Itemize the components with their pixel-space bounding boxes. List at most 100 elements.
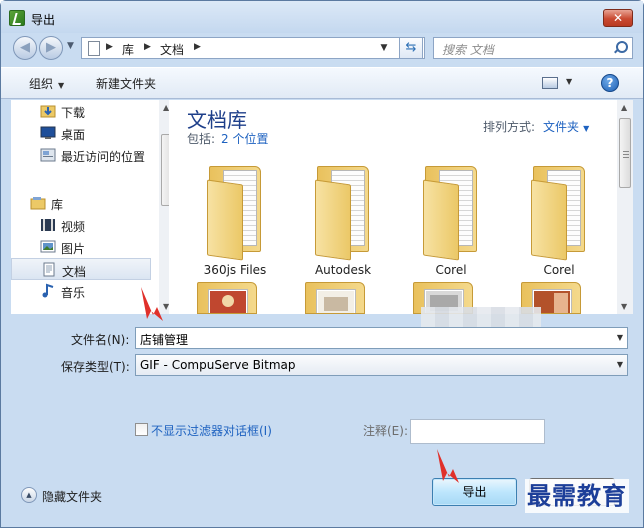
organize-label: 组织 xyxy=(29,77,54,91)
sidebar-item-downloads[interactable]: 下载 xyxy=(11,100,151,122)
filetype-value: GIF - CompuServe Bitmap xyxy=(140,358,296,372)
folder-thumbnail-icon xyxy=(318,291,354,313)
folder-item[interactable] xyxy=(197,282,257,314)
sidebar-item-label: 文档 xyxy=(62,265,87,279)
file-list-pane: 文档库 包括: 2 个位置 排列方式: 文件夹 ▼ 360js Files Autod… xyxy=(169,100,633,314)
folder-front xyxy=(423,179,459,261)
sidebar-item-label: 图片 xyxy=(61,242,86,256)
command-toolbar: 组织 ▼ 新建文件夹 ▼ ? xyxy=(1,67,643,99)
folder-grid: 360js Files Autodesk Corel Corel xyxy=(169,156,617,314)
search-placeholder: 搜索 文档 xyxy=(442,43,494,57)
breadcrumb-arrow-icon[interactable]: ▶ xyxy=(106,42,113,52)
scroll-up-icon[interactable]: ▲ xyxy=(621,103,627,112)
folder-front xyxy=(207,179,243,261)
desktop-icon xyxy=(40,125,56,140)
address-dropdown-icon[interactable]: ▼ xyxy=(374,38,394,58)
chevron-up-icon: ▲ xyxy=(26,491,32,499)
sidebar-item-recent-places[interactable]: 最近访问的位置 xyxy=(11,144,151,166)
sidebar-item-videos[interactable]: 视频 xyxy=(11,214,151,236)
back-arrow-icon: ◀ xyxy=(20,40,30,55)
folder-name: 360js Files xyxy=(203,263,267,277)
note-input[interactable] xyxy=(410,419,545,444)
filename-label: 文件名(N): xyxy=(71,333,130,347)
hide-folders-button[interactable]: ▲ xyxy=(21,487,37,503)
folder-front xyxy=(531,179,567,261)
sidebar-item-label: 桌面 xyxy=(61,128,86,142)
new-folder-button[interactable]: 新建文件夹 xyxy=(96,75,156,92)
pictures-icon xyxy=(40,239,56,254)
forward-arrow-icon: ▶ xyxy=(46,40,56,55)
dialog-title: 导出 xyxy=(31,13,56,27)
documents-icon xyxy=(41,262,57,277)
refresh-button[interactable]: ⇆ xyxy=(399,37,423,59)
organize-button[interactable]: 组织 ▼ xyxy=(29,75,64,92)
folder-name: Corel xyxy=(543,263,575,277)
sidebar-item-label: 最近访问的位置 xyxy=(61,150,146,164)
library-includes: 包括: 2 个位置 xyxy=(187,130,269,147)
sidebar-item-label: 音乐 xyxy=(61,286,86,300)
breadcrumb-documents[interactable]: 文档 xyxy=(160,41,184,58)
sidebar-item-pictures[interactable]: 图片 xyxy=(11,236,151,258)
folder-item[interactable]: Corel xyxy=(401,160,501,277)
folder-item[interactable] xyxy=(305,282,365,314)
document-icon xyxy=(88,41,100,56)
search-input[interactable]: 搜索 文档 xyxy=(433,37,633,59)
folder-item[interactable]: Autodesk xyxy=(293,160,393,277)
filename-field[interactable]: 店铺管理 ▼ xyxy=(135,327,628,349)
note-label: 注释(E): xyxy=(363,424,408,438)
recent-locations-dropdown-icon[interactable]: ▼ xyxy=(67,41,74,51)
sidebar-item-music[interactable]: 音乐 xyxy=(11,280,151,302)
libraries-icon xyxy=(30,195,46,210)
title-bar: 导出 ✕ xyxy=(1,1,643,33)
navigation-bar: ◀ ▶ ▼ ▶ 库 ▶ 文档 ▶ ▼ ⇆ 搜索 文档 xyxy=(1,33,643,63)
arrange-label: 排列方式: xyxy=(483,120,536,134)
app-icon xyxy=(9,10,25,26)
sidebar-item-label: 下载 xyxy=(61,106,86,120)
scroll-down-icon[interactable]: ▼ xyxy=(621,302,627,311)
arrange-dropdown[interactable]: 文件夹 xyxy=(543,120,579,134)
breadcrumb-libraries[interactable]: 库 xyxy=(122,41,134,58)
folder-item[interactable]: Corel xyxy=(509,160,609,277)
folder-front xyxy=(315,179,351,261)
chevron-down-icon[interactable]: ▼ xyxy=(583,124,589,133)
watermark-logo: 最需教育 xyxy=(525,479,629,513)
view-options-dropdown-icon[interactable]: ▼ xyxy=(566,77,572,86)
folder-item[interactable]: 360js Files xyxy=(185,160,285,277)
sidebar-item-desktop[interactable]: 桌面 xyxy=(11,122,151,144)
locations-link[interactable]: 2 个位置 xyxy=(221,132,268,146)
filename-value[interactable]: 店铺管理 xyxy=(140,331,188,348)
library-title: 文档库 xyxy=(187,108,247,132)
filename-dropdown-icon[interactable]: ▼ xyxy=(617,333,623,342)
videos-icon xyxy=(40,217,56,232)
hide-filter-dialog-checkbox[interactable] xyxy=(135,423,148,436)
close-button[interactable]: ✕ xyxy=(603,9,633,27)
address-bar[interactable]: ▶ 库 ▶ 文档 ▶ ▼ xyxy=(81,37,425,59)
filetype-dropdown-icon[interactable]: ▼ xyxy=(617,360,623,369)
folder-name: Corel xyxy=(435,263,467,277)
includes-label: 包括: xyxy=(187,132,216,146)
hide-folders-label[interactable]: 隐藏文件夹 xyxy=(42,488,102,505)
red-arrow-icon xyxy=(141,287,163,321)
folder-thumbnail-icon xyxy=(210,291,246,313)
help-icon[interactable]: ? xyxy=(601,74,619,92)
sidebar-item-libraries[interactable]: 库 xyxy=(11,192,151,214)
scrollbar-thumb[interactable] xyxy=(619,118,631,188)
arrange-by: 排列方式: 文件夹 ▼ xyxy=(483,118,589,135)
sidebar-item-label: 视频 xyxy=(61,220,86,234)
breadcrumb-arrow-icon[interactable]: ▶ xyxy=(194,42,201,52)
search-icon[interactable] xyxy=(614,41,628,53)
red-arrow-icon xyxy=(437,449,459,483)
chevron-down-icon: ▼ xyxy=(58,81,65,90)
grip-icon xyxy=(623,151,629,152)
file-list-scrollbar[interactable]: ▲ ▼ xyxy=(617,100,633,314)
filetype-select[interactable]: GIF - CompuServe Bitmap ▼ xyxy=(135,354,628,376)
breadcrumb-arrow-icon[interactable]: ▶ xyxy=(144,42,151,52)
hide-filter-dialog-label[interactable]: 不显示过滤器对话框(I) xyxy=(151,422,272,439)
change-view-icon[interactable] xyxy=(542,77,558,89)
music-icon xyxy=(40,283,56,298)
back-button[interactable]: ◀ xyxy=(13,36,37,60)
folder-name: Autodesk xyxy=(314,263,372,277)
sidebar-item-documents[interactable]: 文档 xyxy=(11,258,151,280)
refresh-icon: ⇆ xyxy=(405,40,417,55)
forward-button[interactable]: ▶ xyxy=(39,36,63,60)
